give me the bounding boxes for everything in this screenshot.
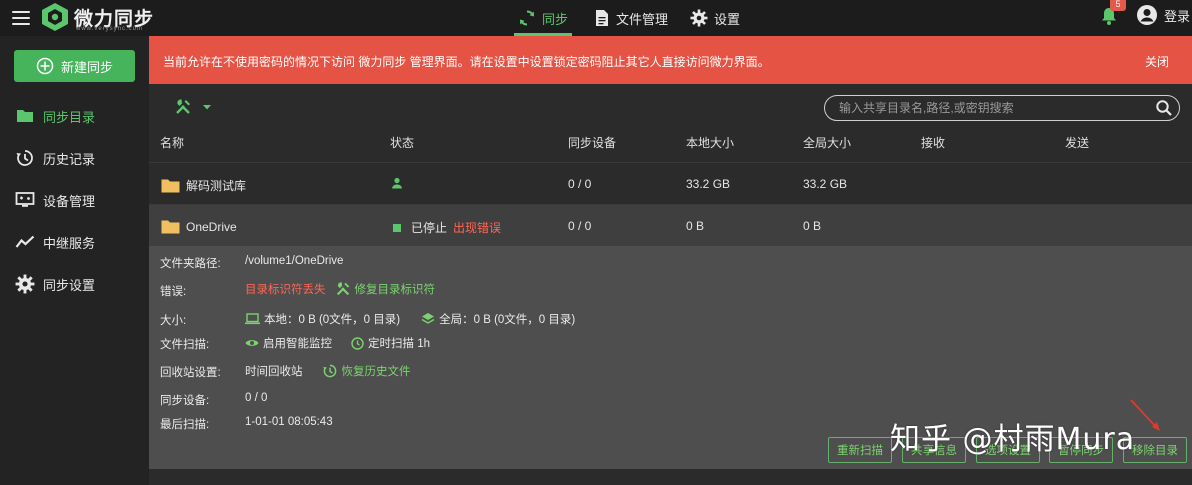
new-sync-button[interactable]: 新建同步: [14, 50, 135, 82]
folder-name: 解码测试库: [186, 179, 247, 193]
folder-name: OneDrive: [186, 219, 237, 234]
new-sync-label: 新建同步: [60, 59, 113, 75]
top-bar: 微力同步 www.verysync.com 同步 文件管理 设置 5 登录: [0, 0, 1192, 36]
gear-icon: [690, 9, 708, 27]
user-status-icon: [392, 177, 402, 189]
column-header-status[interactable]: 状态: [390, 134, 414, 151]
search-icon[interactable]: [1155, 99, 1173, 117]
devices-count: 0 / 0: [568, 177, 592, 191]
restore-history-link[interactable]: 恢复历史文件: [322, 363, 411, 379]
menu-icon[interactable]: [12, 9, 30, 27]
path-value: /volume1/OneDrive: [245, 255, 344, 267]
global-size: 0 B: [803, 219, 822, 233]
timed-scan-status: 定时扫描 1h: [368, 338, 430, 350]
tools-icon: [176, 99, 190, 114]
logo-subtitle: www.verysync.com: [76, 26, 144, 32]
global-size: 33.2 GB: [803, 177, 848, 191]
user-avatar-icon: [1137, 5, 1157, 25]
last-scan-label: 最后扫描:: [160, 419, 210, 431]
banner-text: 当前允许在不使用密码的情况下访问 微力同步 管理界面。请在设置中设置锁定密码阻止…: [163, 55, 770, 69]
sidebar-item-history[interactable]: 历史记录: [0, 143, 149, 173]
devices-value: 0 / 0: [245, 392, 268, 404]
search-input[interactable]: [839, 99, 1139, 117]
login-label: 登录: [1164, 8, 1191, 24]
scan-label: 文件扫描:: [160, 339, 210, 351]
sidebar: 新建同步 同步目录 历史记录 设备管理 中继服务 同步设置: [0, 36, 149, 485]
login-button[interactable]: 登录: [1136, 4, 1190, 26]
annotation-arrow-icon: [1130, 399, 1160, 431]
sidebar-item-label: 同步目录: [43, 109, 96, 125]
error-label: 错误:: [160, 286, 187, 298]
bottom-strip: [149, 469, 1192, 485]
sidebar-item-relay[interactable]: 中继服务: [0, 227, 149, 257]
stopped-square-icon: [393, 223, 401, 232]
column-header-local-size[interactable]: 本地大小: [686, 134, 734, 151]
status-error-text: 出现错误: [453, 221, 502, 235]
local-size: 33.2 GB: [686, 177, 731, 191]
nav-sync-label: 同步: [542, 11, 569, 27]
clock-icon: [351, 336, 364, 350]
smart-monitor-status: 启用智能监控: [263, 338, 332, 350]
nav-settings[interactable]: 设置: [690, 0, 740, 36]
rescan-button[interactable]: 重新扫描: [828, 437, 892, 463]
column-header-global-size[interactable]: 全局大小: [803, 134, 851, 151]
relay-icon: [15, 235, 35, 248]
plus-circle-icon: [36, 57, 54, 75]
tools-icon: [336, 282, 349, 296]
fix-folder-id-label: 修复目录标识符: [354, 284, 436, 296]
sidebar-item-sync-folders[interactable]: 同步目录: [0, 101, 149, 131]
recycle-label: 回收站设置:: [160, 367, 221, 379]
nav-file-manager[interactable]: 文件管理: [594, 0, 668, 36]
folder-icon: [161, 220, 180, 234]
chevron-down-icon: [203, 105, 211, 110]
last-scan-value: 1-01-01 08:05:43: [245, 416, 333, 428]
history-icon: [16, 150, 33, 166]
local-size-detail: 本地：0 B (0文件，0 目录): [264, 314, 401, 326]
sidebar-item-label: 中继服务: [43, 235, 96, 251]
logo-icon: [42, 3, 68, 31]
gear-icon: [15, 274, 35, 294]
sidebar-item-devices[interactable]: 设备管理: [0, 185, 149, 215]
column-header-devices[interactable]: 同步设备: [568, 134, 616, 151]
column-header-receive[interactable]: 接收: [921, 134, 945, 151]
sidebar-item-label: 同步设置: [43, 277, 96, 293]
security-warning-banner: 当前允许在不使用密码的情况下访问 微力同步 管理界面。请在设置中设置锁定密码阻止…: [149, 36, 1192, 84]
sync-icon: [520, 10, 534, 26]
nav-file-manager-label: 文件管理: [616, 11, 669, 27]
nav-settings-label: 设置: [714, 11, 741, 27]
sidebar-item-sync-settings[interactable]: 同步设置: [0, 269, 149, 299]
table-row[interactable]: OneDrive 已停止 出现错误 0 / 0 0 B 0 B: [149, 204, 1192, 246]
column-header-send[interactable]: 发送: [1065, 134, 1089, 151]
document-icon: [596, 10, 608, 26]
nav-sync[interactable]: 同步: [513, 0, 573, 36]
search-box: [824, 95, 1180, 121]
devices-count: 0 / 0: [568, 219, 592, 233]
device-icon: [15, 192, 35, 207]
path-label: 文件夹路径:: [160, 258, 221, 270]
notification-badge: 5: [1110, 0, 1126, 11]
global-size-detail: 全局：0 B (0文件，0 目录): [439, 314, 576, 326]
local-size: 0 B: [686, 219, 705, 233]
restore-history-label: 恢复历史文件: [341, 366, 411, 378]
error-value: 目录标识符丢失: [245, 284, 326, 296]
size-label: 大小:: [160, 315, 187, 327]
watermark: 知乎 @村雨Mura: [890, 422, 1136, 457]
eye-icon: [245, 340, 259, 346]
banner-close-button[interactable]: 关闭: [1145, 53, 1169, 70]
sidebar-item-label: 设备管理: [43, 193, 96, 209]
column-header-name[interactable]: 名称: [160, 134, 184, 151]
tools-dropdown-button[interactable]: [174, 96, 218, 118]
fix-folder-id-link[interactable]: 修复目录标识符: [335, 281, 436, 297]
folder-icon: [161, 179, 180, 193]
status-text: 已停止: [411, 221, 448, 235]
recycle-value: 时间回收站: [245, 366, 303, 378]
laptop-icon: [245, 313, 260, 325]
table-row[interactable]: 解码测试库 0 / 0 33.2 GB 33.2 GB: [149, 162, 1192, 204]
folder-icon: [17, 110, 33, 122]
history-icon: [322, 364, 336, 378]
devices-label: 同步设备:: [160, 395, 210, 407]
layers-icon: [421, 313, 435, 324]
sidebar-item-label: 历史记录: [43, 151, 96, 167]
